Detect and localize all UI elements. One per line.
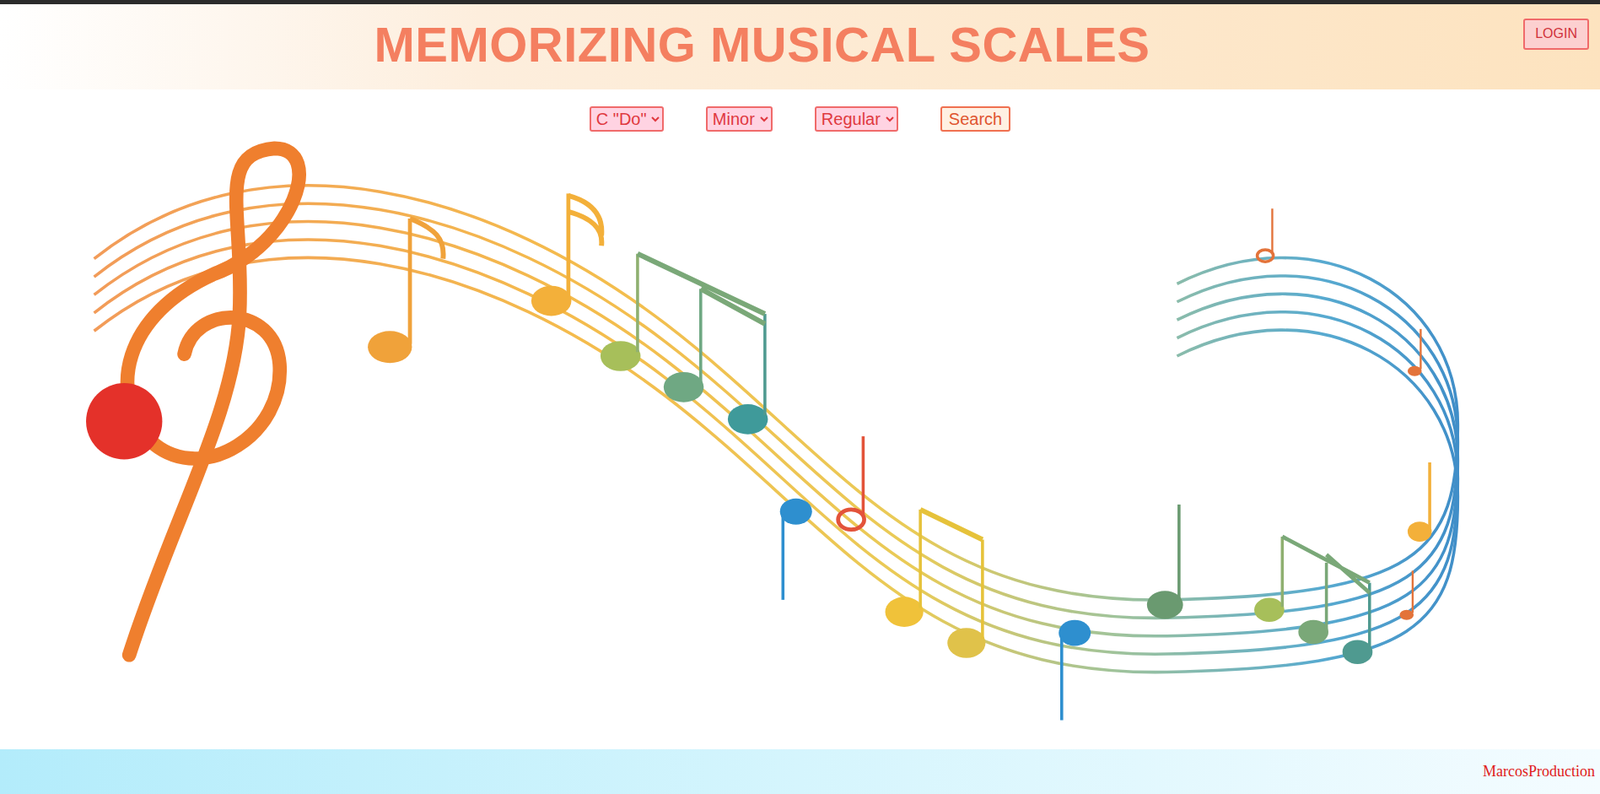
- footer-credit: MarcosProduction: [1482, 759, 1595, 783]
- page-title: MEMORIZING MUSICAL SCALES: [373, 17, 1150, 72]
- music-staff-icon: [0, 138, 1600, 749]
- note-select[interactable]: C "Do": [589, 106, 664, 132]
- page: MEMORIZING MUSICAL SCALES LOGIN C "Do" Mi…: [0, 0, 1600, 794]
- music-illustration: [0, 138, 1600, 749]
- footer: MarcosProduction: [0, 748, 1600, 794]
- search-button[interactable]: Search: [940, 106, 1011, 132]
- variant-select[interactable]: Regular: [814, 106, 899, 132]
- header: MEMORIZING MUSICAL SCALES LOGIN: [0, 4, 1600, 90]
- mode-select[interactable]: Minor: [705, 106, 773, 132]
- login-button[interactable]: LOGIN: [1523, 18, 1590, 50]
- controls-row: C "Do" Minor Regular Search: [0, 89, 1600, 139]
